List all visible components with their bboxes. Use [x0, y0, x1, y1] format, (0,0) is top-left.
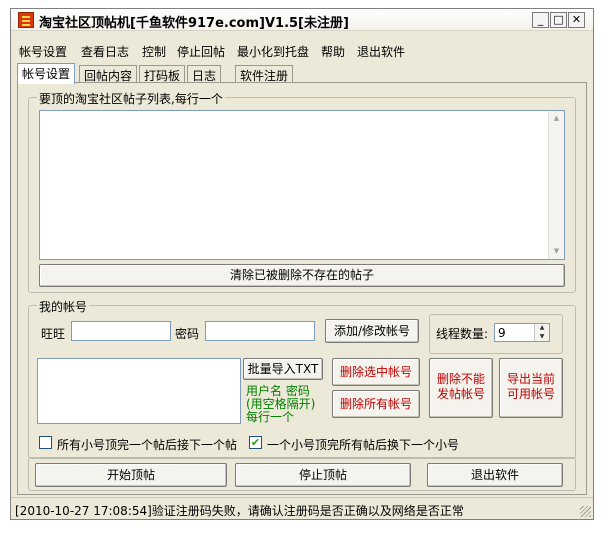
delete-selected-accounts-button[interactable]: 删除选中帐号: [332, 358, 420, 386]
tab-captcha[interactable]: 打码板: [139, 65, 186, 83]
menu-help[interactable]: 帮助: [321, 43, 345, 60]
accounts-group-label: 我的帐号: [37, 298, 90, 315]
menu-account-settings[interactable]: 帐号设置: [19, 43, 67, 60]
spinner-buttons: ▲ ▼: [534, 324, 549, 341]
menu-minimize-tray[interactable]: 最小化到托盘: [237, 43, 309, 60]
menu-stop-reply[interactable]: 停止回帖: [177, 43, 225, 60]
action-groupbox: 开始顶帖 停止顶帖 退出软件: [28, 457, 576, 491]
import-hint-line-3: 每行一个: [246, 410, 295, 424]
status-message: [2010-10-27 17:08:54]验证注册码失败，请确认注册码是否正确以…: [15, 504, 464, 518]
app-icon: [18, 12, 34, 28]
maximize-button[interactable]: □: [550, 12, 567, 28]
thread-box: 线程数量: 9 ▲ ▼: [429, 314, 563, 354]
main-window: 淘宝社区顶帖机[千鱼软件917e.com]V1.5[未注册] _ □ ✕ 帐号设…: [10, 8, 594, 520]
post-list-scrollbar[interactable]: ▲ ▼: [548, 111, 564, 259]
tab-account-settings[interactable]: 帐号设置: [17, 63, 76, 84]
delete-all-accounts-button[interactable]: 删除所有帐号: [332, 390, 420, 418]
title-bar[interactable]: 淘宝社区顶帖机[千鱼软件917e.com]V1.5[未注册] _ □ ✕: [11, 9, 593, 31]
option-next-post-checkbox[interactable]: [39, 436, 52, 449]
clear-deleted-posts-button[interactable]: 清除已被删除不存在的帖子: [39, 264, 565, 287]
batch-import-txt-button[interactable]: 批量导入TXT: [243, 358, 323, 380]
delete-unable-line-1: 删除不能: [436, 372, 485, 386]
menu-control[interactable]: 控制: [142, 43, 166, 60]
scroll-down-icon[interactable]: ▼: [549, 244, 564, 259]
option-next-account-label[interactable]: 一个小号顶完所有帖后换下一个小号: [267, 436, 459, 453]
export-line-1: 导出当前: [506, 372, 555, 386]
password-input[interactable]: [205, 321, 315, 341]
start-button[interactable]: 开始顶帖: [35, 463, 227, 487]
menu-exit[interactable]: 退出软件: [357, 43, 405, 60]
tab-log[interactable]: 日志: [187, 65, 222, 83]
thread-count-spinner[interactable]: 9 ▲ ▼: [494, 323, 550, 342]
post-list[interactable]: ▲ ▼: [39, 110, 565, 260]
menu-view-log[interactable]: 查看日志: [81, 43, 129, 60]
posts-group-label: 要顶的淘宝社区帖子列表,每行一个: [37, 90, 225, 107]
spin-up-icon[interactable]: ▲: [535, 324, 549, 332]
close-button[interactable]: ✕: [568, 12, 585, 28]
stop-button[interactable]: 停止顶帖: [235, 463, 411, 487]
account-settings-panel: 要顶的淘宝社区帖子列表,每行一个 ▲ ▼ 清除已被删除不存在的帖子 我的帐号 旺…: [17, 82, 587, 495]
option-next-account-checkbox[interactable]: ✔: [249, 436, 262, 449]
window-title: 淘宝社区顶帖机[千鱼软件917e.com]V1.5[未注册]: [39, 16, 349, 31]
scroll-up-icon[interactable]: ▲: [549, 111, 564, 126]
resize-grip-icon[interactable]: [580, 506, 591, 517]
minimize-button[interactable]: _: [532, 12, 549, 28]
tab-reply-content[interactable]: 回帖内容: [79, 65, 138, 83]
posts-groupbox: 要顶的淘宝社区帖子列表,每行一个 ▲ ▼ 清除已被删除不存在的帖子: [28, 90, 576, 293]
menu-bar: 帐号设置 查看日志 控制 停止回帖 最小化到托盘 帮助 退出软件: [11, 41, 593, 61]
exit-button[interactable]: 退出软件: [427, 463, 563, 487]
export-line-2: 可用帐号: [506, 387, 555, 401]
tab-registration[interactable]: 软件注册: [235, 65, 294, 83]
password-label: 密码: [175, 327, 200, 341]
accounts-groupbox: 我的帐号 旺旺 密码 添加/修改帐号 线程数量: 9 ▲ ▼ 批量导入TXT 用…: [28, 298, 576, 459]
delete-unable-line-2: 发帖帐号: [436, 387, 485, 401]
wangwang-label: 旺旺: [41, 327, 66, 341]
thread-count-label: 线程数量:: [436, 327, 489, 341]
wangwang-input[interactable]: [71, 321, 171, 341]
account-list[interactable]: [37, 358, 241, 424]
export-available-accounts-button[interactable]: 导出当前 可用帐号: [499, 358, 563, 418]
spin-down-icon[interactable]: ▼: [535, 333, 549, 341]
add-edit-account-button[interactable]: 添加/修改帐号: [325, 319, 419, 343]
thread-count-value: 9: [498, 326, 506, 340]
option-next-post-label[interactable]: 所有小号顶完一个帖后接下一个帖: [57, 436, 237, 453]
status-bar: [2010-10-27 17:08:54]验证注册码失败，请确认注册码是否正确以…: [11, 497, 593, 519]
delete-unable-accounts-button[interactable]: 删除不能 发帖帐号: [429, 358, 493, 418]
